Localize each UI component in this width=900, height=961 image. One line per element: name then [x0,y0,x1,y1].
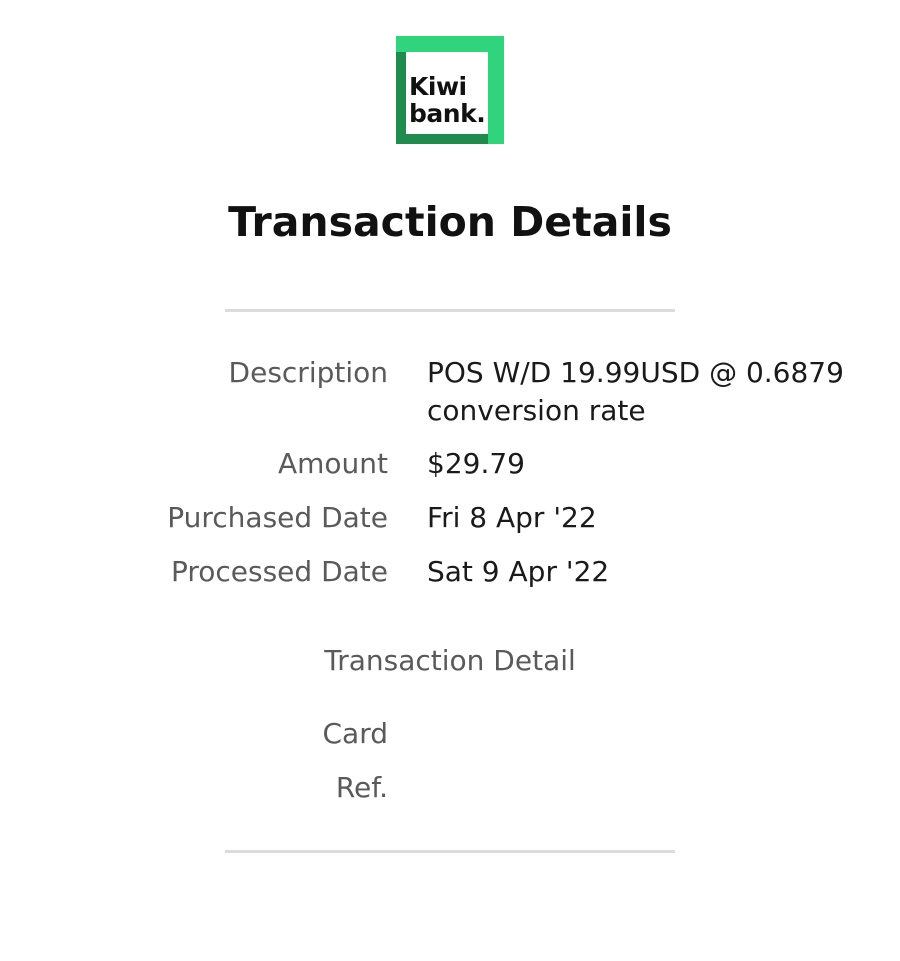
top-divider [225,309,675,312]
ref-label: Ref. [335,771,388,804]
description-label: Description [228,356,388,389]
transaction-detail-heading: Transaction Detail [324,644,576,677]
page-title: Transaction Details [228,198,672,246]
processed-date-value: Sat 9 Apr '22 [427,555,610,588]
processed-date-label: Processed Date [170,555,388,588]
kiwibank-logo: Kiwi bank. [396,36,504,144]
logo-wordmark: Kiwi bank. [409,72,486,128]
bottom-divider [225,850,675,853]
purchased-date-label: Purchased Date [167,501,388,534]
logo-line-2: bank. [409,99,486,128]
logo-line-1: Kiwi [409,72,467,101]
amount-value: $29.79 [427,447,525,480]
amount-label: Amount [277,447,388,480]
description-value: POS W/D 19.99USD @ 0.6879 conversion rat… [427,356,844,427]
card-label: Card [322,717,388,750]
purchased-date-value: Fri 8 Apr '22 [427,501,597,534]
